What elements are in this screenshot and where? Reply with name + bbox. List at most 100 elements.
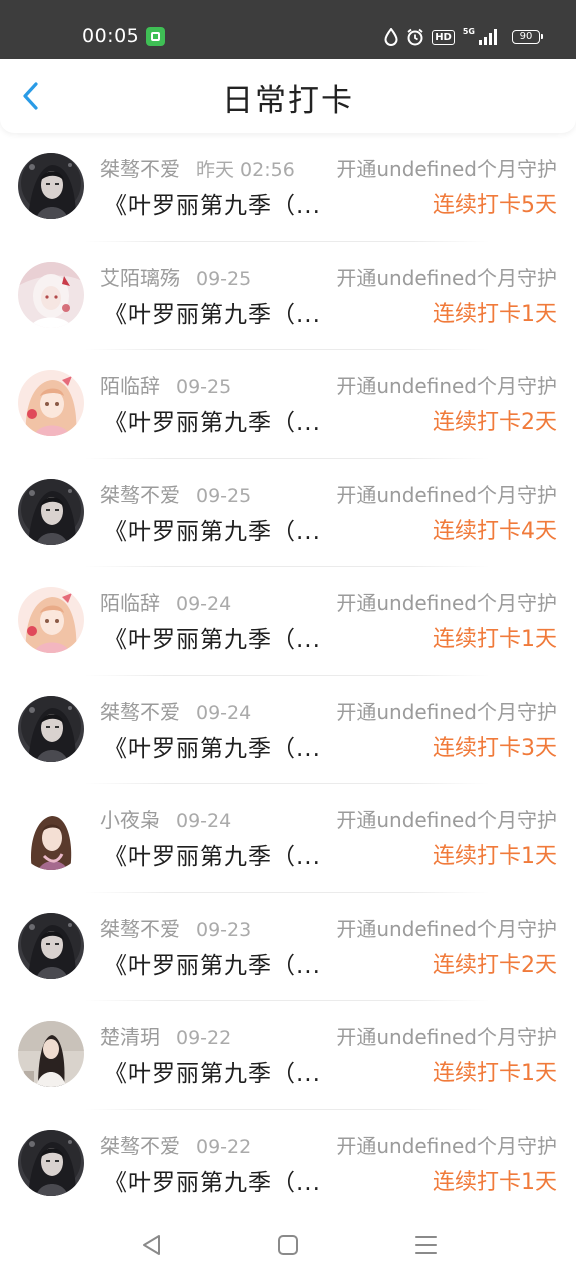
- guard-status: 开通undefined个月守护: [336, 482, 557, 507]
- checkin-date: 09-25: [196, 484, 252, 507]
- streak-badge: 连续打卡1天: [433, 301, 557, 327]
- guard-status: 开通undefined个月守护: [336, 916, 557, 941]
- checkin-date: 09-22: [176, 1027, 232, 1049]
- book-title[interactable]: 《叶罗丽第九季（...: [104, 950, 322, 982]
- list-item[interactable]: 艾陌璃殇 09-25 开通undefined个月守护 《叶罗丽第九季（... 连续打卡1…: [0, 242, 576, 351]
- username[interactable]: 小夜枭: [100, 806, 160, 834]
- username[interactable]: 楚清玥: [100, 1023, 160, 1051]
- list-item[interactable]: 楚清玥 09-22 开通undefined个月守护 《叶罗丽第九季（... 连续打卡1天: [0, 1001, 576, 1110]
- battery-icon: 90: [512, 30, 543, 44]
- dark-hair-girl-avatar-image: [18, 478, 84, 545]
- record-meta: 桀骜不爱 09-23: [100, 915, 251, 944]
- guard-status: 开通undefined个月守护: [336, 157, 557, 181]
- streak-badge: 连续打卡1天: [433, 844, 557, 869]
- avatar[interactable]: [18, 912, 84, 979]
- streak-badge: 连续打卡4天: [433, 518, 557, 544]
- guard-status: 开通undefined个月守护: [336, 265, 557, 290]
- book-title[interactable]: 《叶罗丽第九季（...: [104, 190, 322, 222]
- checkin-date: 09-25: [196, 267, 252, 290]
- system-nav-bar: [0, 1210, 576, 1280]
- lines-menu-icon[interactable]: [413, 1232, 439, 1258]
- username[interactable]: 桀骜不爱: [100, 1132, 180, 1160]
- avatar[interactable]: [18, 370, 84, 436]
- record-meta: 桀骜不爱 09-24: [100, 698, 251, 727]
- streak-badge: 连续打卡2天: [433, 952, 557, 978]
- dark-hair-girl-avatar-image: [18, 1129, 84, 1196]
- avatar[interactable]: [18, 153, 84, 219]
- username[interactable]: 艾陌璃殇: [100, 264, 180, 292]
- list-item[interactable]: 桀骜不爱 09-22 开通undefined个月守护 《叶罗丽第九季（... 连续打卡1…: [0, 1110, 576, 1219]
- book-title[interactable]: 《叶罗丽第九季（...: [104, 516, 322, 548]
- data-saver-icon: [384, 28, 398, 46]
- list-item[interactable]: 陌临辞 09-25 开通undefined个月守护 《叶罗丽第九季（... 连续打卡2天: [0, 350, 576, 459]
- avatar[interactable]: [18, 478, 84, 545]
- record-meta: 小夜枭 09-24: [100, 806, 231, 835]
- book-title[interactable]: 《叶罗丽第九季（...: [104, 841, 322, 873]
- pink-hair-girl-avatar-image: [18, 587, 84, 653]
- pink-hair-girl-avatar-image: [18, 370, 84, 436]
- photo-girl-avatar-image: [18, 1021, 84, 1087]
- book-title[interactable]: 《叶罗丽第九季（...: [104, 1167, 322, 1199]
- guard-status: 开通undefined个月守护: [336, 1133, 557, 1158]
- avatar[interactable]: [18, 695, 84, 762]
- dark-hair-girl-avatar-image: [18, 912, 84, 979]
- streak-badge: 连续打卡1天: [433, 1169, 557, 1195]
- username[interactable]: 桀骜不爱: [100, 481, 180, 509]
- avatar[interactable]: [18, 587, 84, 653]
- username[interactable]: 桀骜不爱: [100, 698, 180, 726]
- signal-icon: [479, 29, 497, 45]
- hd-badge: HD: [432, 29, 455, 45]
- list-item[interactable]: 桀骜不爱 09-23 开通undefined个月守护 《叶罗丽第九季（... 连续打卡2…: [0, 893, 576, 1002]
- brown-hair-girl-avatar-image: [18, 804, 84, 870]
- network-type: 5G: [462, 27, 475, 36]
- book-title[interactable]: 《叶罗丽第九季（...: [104, 407, 322, 439]
- avatar[interactable]: [18, 804, 84, 870]
- list-item[interactable]: 小夜枭 09-24 开通undefined个月守护 《叶罗丽第九季（... 连续打卡1天: [0, 784, 576, 893]
- dark-hair-girl-avatar-image: [18, 153, 84, 219]
- book-title[interactable]: 《叶罗丽第九季（...: [104, 299, 322, 331]
- streak-badge: 连续打卡1天: [433, 1061, 557, 1086]
- list-item[interactable]: 桀骜不爱 09-25 开通undefined个月守护 《叶罗丽第九季（... 连续打卡4…: [0, 459, 576, 568]
- guard-status: 开通undefined个月守护: [336, 808, 557, 832]
- checkin-date: 09-22: [196, 1135, 252, 1158]
- guard-status: 开通undefined个月守护: [336, 1025, 557, 1049]
- streak-badge: 连续打卡3天: [433, 735, 557, 761]
- record-meta: 艾陌璃殇 09-25: [100, 264, 251, 293]
- dark-hair-girl-avatar-image: [18, 695, 84, 762]
- list-item[interactable]: 桀骜不爱 昨天 02:56 开通undefined个月守护 《叶罗丽第九季（... 连续…: [0, 133, 576, 242]
- avatar[interactable]: [18, 1129, 84, 1196]
- list-item[interactable]: 桀骜不爱 09-24 开通undefined个月守护 《叶罗丽第九季（... 连续打卡3…: [0, 676, 576, 785]
- triangle-back-icon[interactable]: [139, 1232, 165, 1258]
- list-item[interactable]: 陌临辞 09-24 开通undefined个月守护 《叶罗丽第九季（... 连续打卡1天: [0, 567, 576, 676]
- book-title[interactable]: 《叶罗丽第九季（...: [104, 1058, 322, 1090]
- checkin-date: 09-24: [196, 701, 252, 724]
- guard-status: 开通undefined个月守护: [336, 374, 557, 398]
- record-meta: 陌临辞 09-24: [100, 589, 231, 618]
- username[interactable]: 陌临辞: [100, 589, 160, 617]
- guard-status: 开通undefined个月守护: [336, 591, 557, 615]
- checkin-list: 桀骜不爱 昨天 02:56 开通undefined个月守护 《叶罗丽第九季（... 连续…: [0, 133, 576, 1218]
- status-bar: 00:05 HD 5G 90: [0, 0, 576, 59]
- status-icons: HD 5G 90: [384, 27, 543, 47]
- record-meta: 楚清玥 09-22: [100, 1023, 231, 1052]
- avatar[interactable]: [18, 1021, 84, 1087]
- checkin-date: 09-23: [196, 918, 252, 941]
- guard-status: 开通undefined个月守护: [336, 699, 557, 724]
- square-home-icon[interactable]: [275, 1232, 301, 1258]
- book-title[interactable]: 《叶罗丽第九季（...: [104, 733, 322, 765]
- alarm-icon: [407, 28, 423, 46]
- username[interactable]: 桀骜不爱: [100, 155, 180, 183]
- status-time: 00:05: [82, 25, 140, 47]
- checkin-date: 09-25: [176, 376, 232, 398]
- username[interactable]: 桀骜不爱: [100, 915, 180, 943]
- record-meta: 桀骜不爱 09-22: [100, 1132, 251, 1161]
- record-meta: 陌临辞 09-25: [100, 372, 231, 401]
- username[interactable]: 陌临辞: [100, 372, 160, 400]
- book-title[interactable]: 《叶罗丽第九季（...: [104, 624, 322, 656]
- avatar[interactable]: [18, 261, 84, 328]
- streak-badge: 连续打卡5天: [433, 193, 557, 218]
- record-meta: 桀骜不爱 09-25: [100, 481, 251, 510]
- streak-badge: 连续打卡1天: [433, 627, 557, 652]
- checkin-date: 09-24: [176, 810, 232, 832]
- page-header: 日常打卡: [0, 59, 576, 133]
